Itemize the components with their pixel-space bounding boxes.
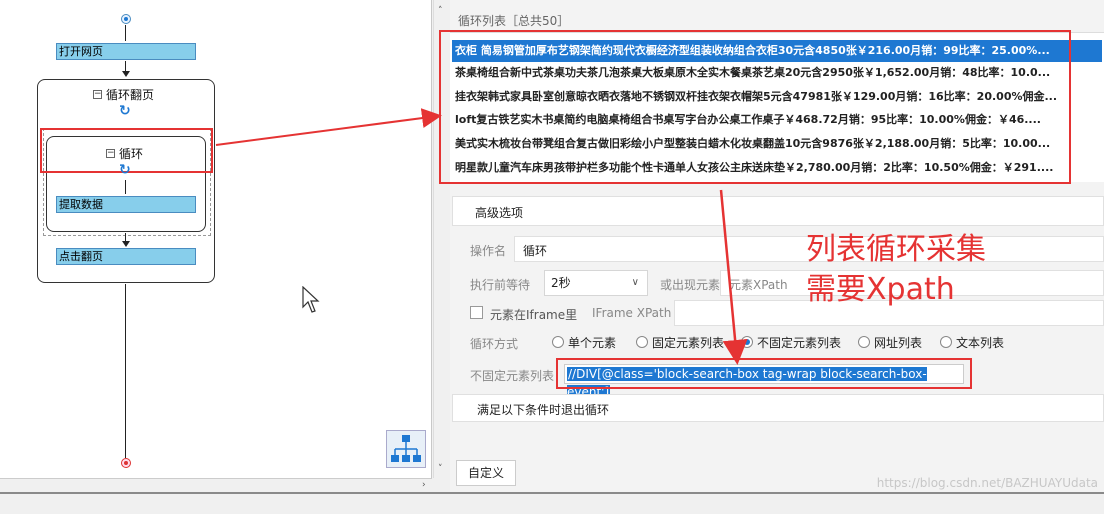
- annotation-arrows: [215, 108, 748, 365]
- status-bar: [0, 492, 1104, 514]
